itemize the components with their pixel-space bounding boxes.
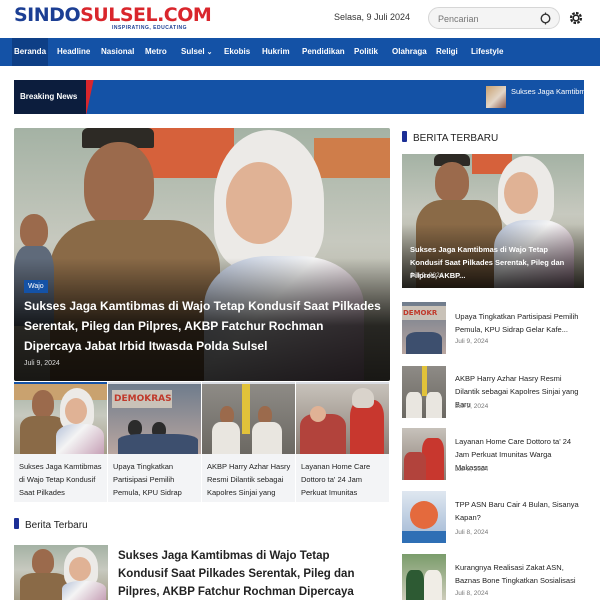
slider-cards: Sukses Jaga Kamtibmas di Wajo Tetap Kond… [14, 382, 390, 502]
slider-card[interactable]: Layanan Home Care Dottoro ta' 24 Jam Per… [296, 382, 389, 502]
list-item-title[interactable]: Sukses Jaga Kamtibmas di Wajo Tetap Kond… [118, 547, 382, 600]
slider-card[interactable]: Sukses Jaga Kamtibmas di Wajo Tetap Kond… [14, 382, 107, 502]
site-header: SINDOSULSEL.COM INSPIRATING, EDUCATING S… [0, 0, 600, 38]
search-box[interactable] [428, 7, 560, 29]
logo-tagline: INSPIRATING, EDUCATING [112, 25, 187, 31]
hero-category-badge[interactable]: Wajo [24, 280, 48, 293]
nav-item-lifestyle[interactable]: Lifestyle [471, 38, 503, 66]
nav-item-sulsel[interactable]: Sulsel ⌄ [181, 38, 212, 66]
banner-text: DEMOKR [402, 306, 446, 320]
sidebar-item-thumbnail[interactable] [402, 428, 446, 480]
breaking-news-bar: Breaking News Sukses Jaga Kamtibmas di W… [14, 80, 584, 114]
nav-item-ekobis[interactable]: Ekobis [224, 38, 250, 66]
list-item-thumbnail[interactable] [14, 545, 108, 600]
breaking-thumbnail[interactable] [486, 86, 506, 108]
hero-article[interactable]: Wajo Sukses Jaga Kamtibmas di Wajo Tetap… [14, 128, 390, 381]
sidebar-item-thumbnail[interactable]: DEMOKR [402, 302, 446, 354]
sidebar-item-thumbnail[interactable] [402, 491, 446, 543]
logo-o: O [64, 4, 81, 26]
section-heading-right: BERITA TERBARU [402, 131, 498, 144]
section-heading-text: BERITA TERBARU [413, 133, 499, 144]
sidebar-item-date: Juli 9, 2024 [455, 403, 489, 410]
card-image [14, 384, 107, 454]
card-image [202, 384, 295, 454]
search-icon[interactable] [539, 12, 552, 25]
nav-item-nasional[interactable]: Nasional [101, 38, 134, 66]
nav-item-beranda[interactable]: Beranda [12, 38, 49, 66]
sidebar-featured-article[interactable]: Sukses Jaga Kamtibmas di Wajo Tetap Kond… [402, 154, 584, 288]
slider-card[interactable]: DEMOKRAS Upaya Tingkatkan Partisipasi Pe… [108, 382, 201, 502]
current-date: Selasa, 9 Juli 2024 [334, 12, 411, 22]
section-marker [402, 131, 407, 142]
sidebar-item-date: Juli 8, 2024 [455, 590, 489, 597]
card-title[interactable]: Upaya Tingkatkan Partisipasi Pemilih Pem… [113, 460, 199, 500]
nav-item-sulsel-label: Sulsel [181, 47, 205, 56]
breaking-label: Breaking News [14, 80, 86, 114]
sidebar-item-date: Juli 8, 2024 [455, 529, 489, 536]
nav-item-metro[interactable]: Metro [145, 38, 167, 66]
sidebar-item-title[interactable]: Kurangnya Realisasi Zakat ASN, Baznas Bo… [455, 561, 583, 587]
banner-text: DEMOKRAS [112, 390, 172, 408]
nav-item-politik[interactable]: Politik [354, 38, 378, 66]
section-marker [14, 518, 19, 529]
card-image: DEMOKRAS [108, 384, 201, 454]
nav-item-headline[interactable]: Headline [57, 38, 90, 66]
main-nav: Beranda Headline Nasional Metro Sulsel ⌄ … [0, 38, 600, 66]
slider-card[interactable]: AKBP Harry Azhar Hasry Resmi Dilantik se… [202, 382, 295, 502]
site-logo[interactable]: SINDOSULSEL.COM INSPIRATING, EDUCATING [14, 4, 212, 33]
section-heading-text: Berita Terbaru [25, 520, 88, 531]
nav-item-hukrim[interactable]: Hukrim [262, 38, 290, 66]
breaking-headline[interactable]: Sukses Jaga Kamtibmas di Wajo Tetap Kond… [511, 86, 584, 97]
sidebar-item-title[interactable]: TPP ASN Baru Cair 4 Bulan, Sisanya Kapan… [455, 498, 583, 524]
card-title[interactable]: Layanan Home Care Dottoro ta' 24 Jam Per… [301, 460, 387, 500]
nav-item-olahraga[interactable]: Olahraga [392, 38, 427, 66]
section-heading-left: Berita Terbaru [14, 518, 88, 531]
hero-date: Juli 9, 2024 [24, 360, 60, 367]
search-input[interactable] [438, 12, 538, 26]
hero-title[interactable]: Sukses Jaga Kamtibmas di Wajo Tetap Kond… [24, 296, 384, 356]
sidebar-featured-date: Juli 9, 2024 [410, 272, 444, 279]
sidebar-item-date: Juli 8, 2024 [455, 466, 489, 473]
card-title[interactable]: Sukses Jaga Kamtibmas di Wajo Tetap Kond… [19, 460, 105, 500]
logo-part1: SIND [14, 4, 65, 26]
nav-item-pendidikan[interactable]: Pendidikan [302, 38, 345, 66]
settings-gear-icon[interactable] [568, 10, 584, 26]
sidebar-item-title[interactable]: Upaya Tingkatkan Partisipasi Pemilih Pem… [455, 310, 583, 336]
logo-part2: SULSEL.COM [80, 4, 212, 26]
sidebar-item-thumbnail[interactable] [402, 366, 446, 418]
nav-item-religi[interactable]: Religi [436, 38, 458, 66]
sidebar-item-date: Juli 9, 2024 [455, 338, 489, 345]
card-title[interactable]: AKBP Harry Azhar Hasry Resmi Dilantik se… [207, 460, 293, 500]
card-image [296, 384, 389, 454]
chevron-down-icon: ⌄ [206, 49, 213, 56]
sidebar-item-thumbnail[interactable] [402, 554, 446, 600]
